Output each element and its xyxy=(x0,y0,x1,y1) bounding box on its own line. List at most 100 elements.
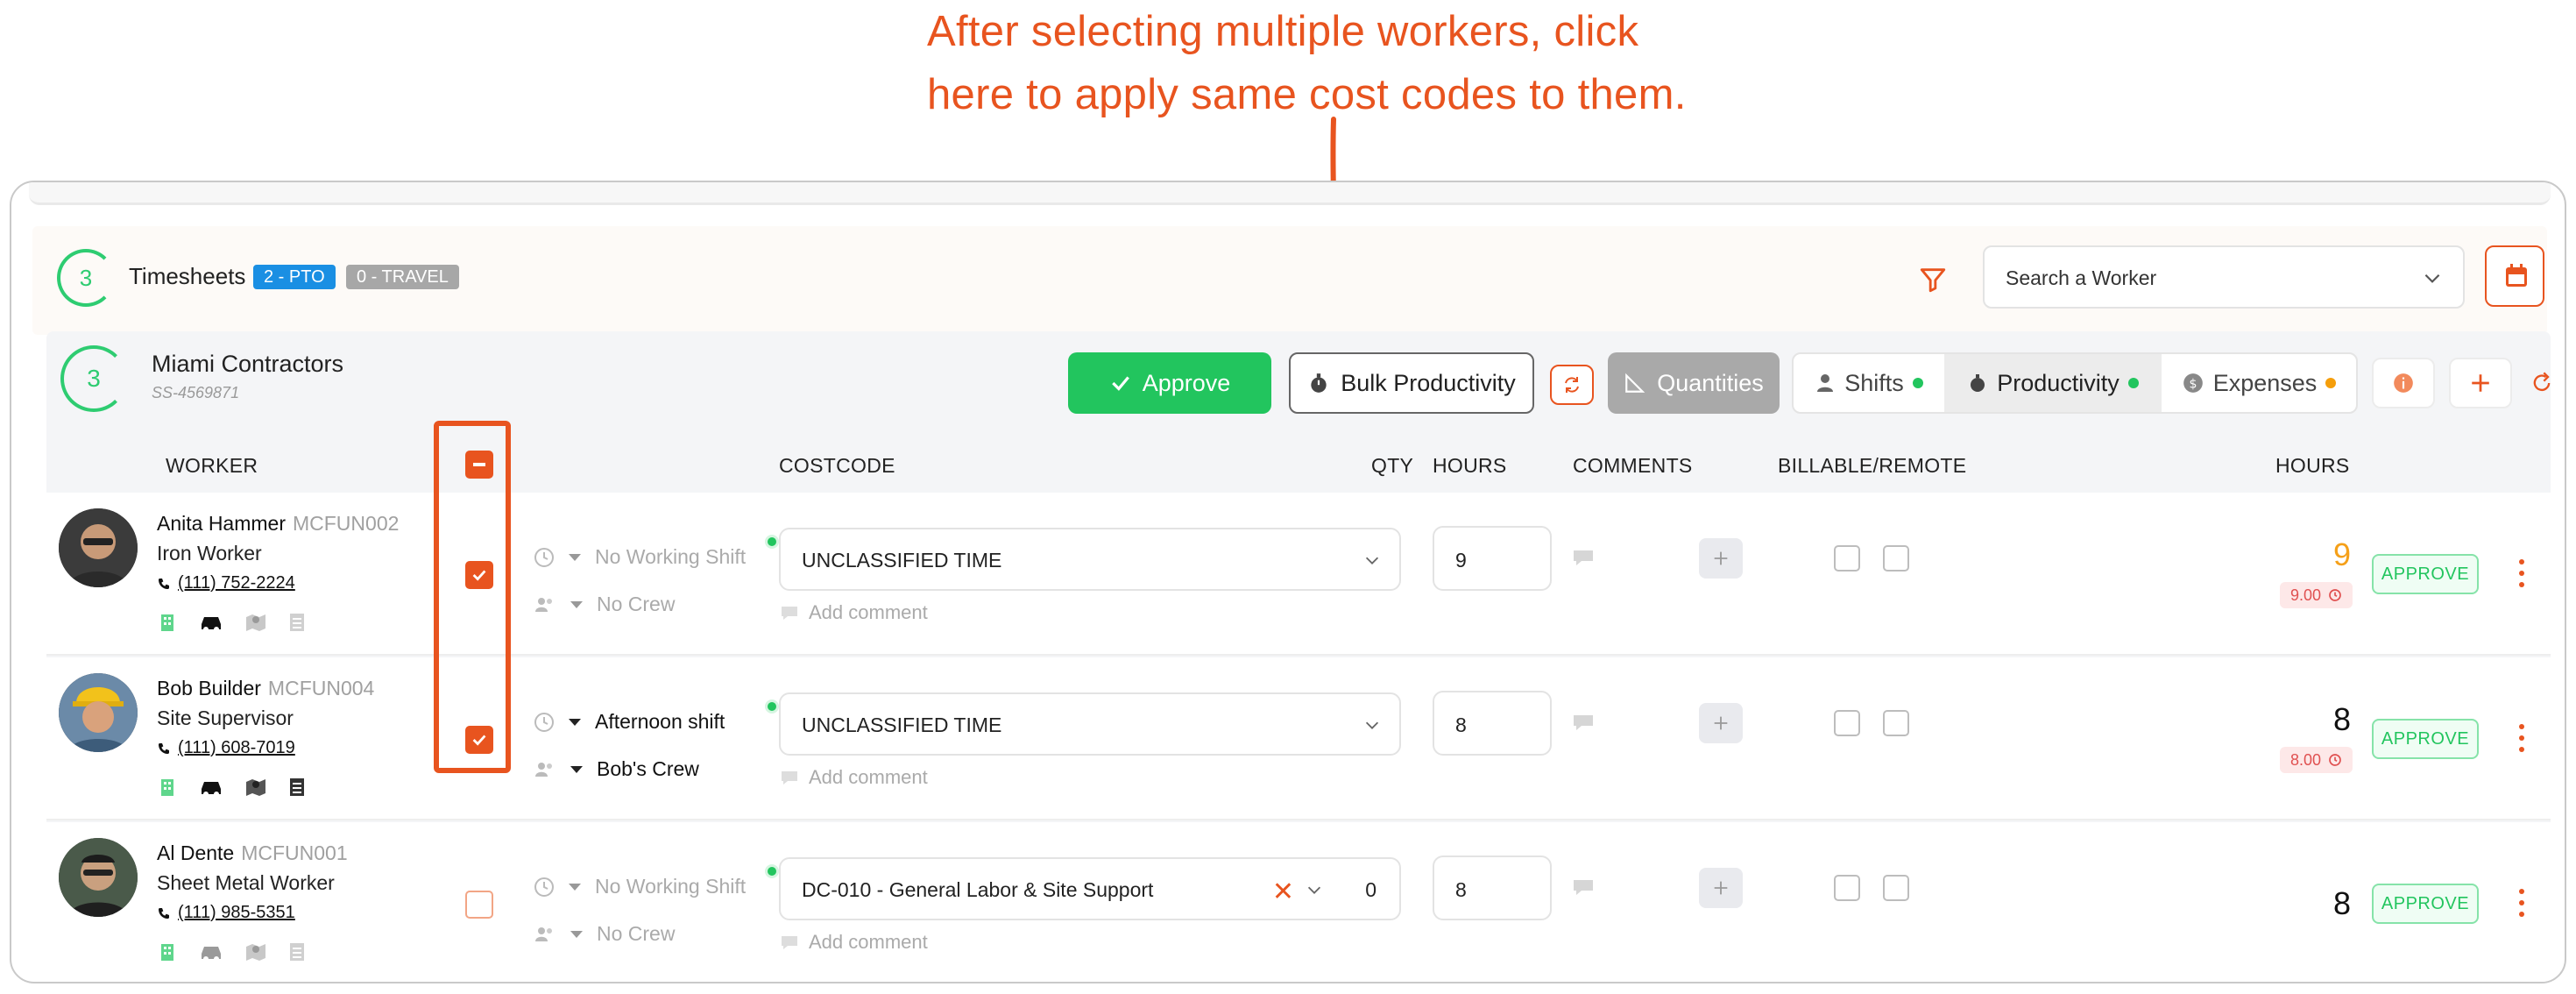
costcode-status-dot xyxy=(765,535,779,549)
pto-badge[interactable]: 2 - PTO xyxy=(253,265,336,289)
clock-icon xyxy=(2329,589,2341,601)
travel-badge[interactable]: 0 - TRAVEL xyxy=(346,265,459,289)
productivity-status-dot xyxy=(2127,378,2139,388)
reload-icon xyxy=(2533,372,2551,391)
person-icon xyxy=(1817,374,1834,392)
table-row: Bob Builder MCFUN004 Site Supervisor (111… xyxy=(46,657,2551,820)
qty-value[interactable]: 0 xyxy=(1365,878,1376,902)
phone-icon xyxy=(159,742,169,754)
add-button[interactable] xyxy=(2449,358,2512,408)
map-icon xyxy=(246,944,265,961)
timesheets-title: Timesheets xyxy=(129,263,246,289)
crew-select[interactable]: Bob's Crew xyxy=(534,757,699,781)
document-icon xyxy=(290,943,304,961)
approve-all-label: Approve xyxy=(1142,369,1231,396)
costcode-select[interactable]: UNCLASSIFIED TIME xyxy=(779,528,1401,591)
row-menu-icon[interactable] xyxy=(2517,724,2526,752)
total-hours: 8 xyxy=(2332,701,2351,737)
crew-select[interactable]: No Crew xyxy=(534,922,675,946)
row-menu-icon[interactable] xyxy=(2517,889,2526,917)
worker-trade: Sheet Metal Worker xyxy=(157,871,335,894)
remote-checkbox[interactable] xyxy=(1883,875,1909,901)
add-entry-button[interactable] xyxy=(1699,703,1743,743)
hours-input[interactable]: 8 xyxy=(1433,856,1552,920)
company-name: Miami Contractors xyxy=(152,351,344,377)
worker-phone[interactable]: (111) 985-5351 xyxy=(157,903,295,923)
tab-expenses[interactable]: $ Expenses xyxy=(2162,354,2356,412)
remote-checkbox[interactable] xyxy=(1883,545,1909,572)
map-icon xyxy=(246,779,265,796)
hours-input[interactable]: 9 xyxy=(1433,526,1552,591)
quantities-button[interactable]: Quantities xyxy=(1608,352,1780,414)
comment-icon[interactable] xyxy=(1571,547,1596,568)
comment-icon[interactable] xyxy=(1571,877,1596,898)
approve-all-button[interactable]: Approve xyxy=(1068,352,1271,414)
worker-status-icons xyxy=(157,777,306,798)
add-comment-link[interactable]: Add comment xyxy=(779,931,928,954)
expenses-status-dot xyxy=(2325,378,2337,388)
col-total-hours: HOURS xyxy=(2275,454,2350,477)
hours-warning-pill: 9.00 xyxy=(2279,582,2353,608)
col-comments: COMMENTS xyxy=(1573,454,1693,477)
shift-select[interactable]: No Working Shift xyxy=(534,545,746,569)
clock-icon xyxy=(534,547,554,567)
worker-name[interactable]: Bob Builder MCFUN004 xyxy=(157,677,374,700)
shift-select[interactable]: No Working Shift xyxy=(534,875,746,898)
bulk-productivity-button[interactable]: Bulk Productivity xyxy=(1289,352,1534,414)
shift-select[interactable]: Afternoon shift xyxy=(534,710,725,734)
worker-code: MCFUN002 xyxy=(292,512,400,535)
hours-warning-pill: 8.00 xyxy=(2279,747,2353,773)
approve-row-button[interactable]: APPROVE xyxy=(2372,719,2479,759)
clear-costcode-icon[interactable]: ✕ xyxy=(1272,877,1294,907)
billable-checkbox[interactable] xyxy=(1834,875,1860,901)
plus-icon xyxy=(1714,881,1728,895)
col-worker: WORKER xyxy=(166,454,258,477)
dollar-coin-icon: $ xyxy=(2183,373,2203,393)
checkbox-highlight-box xyxy=(434,421,511,773)
search-worker-select[interactable]: Search a Worker xyxy=(1983,245,2465,309)
ruler-triangle-icon xyxy=(1625,373,1645,393)
add-comment-link[interactable]: Add comment xyxy=(779,601,928,624)
col-qty: QTY xyxy=(1371,454,1414,477)
hours-input[interactable]: 8 xyxy=(1433,691,1552,756)
tab-shifts[interactable]: Shifts xyxy=(1794,354,1944,412)
tab-productivity-label: Productivity xyxy=(1997,369,2120,396)
billable-checkbox[interactable] xyxy=(1834,545,1860,572)
worker-name[interactable]: Al Dente MCFUN001 xyxy=(157,841,348,865)
approve-row-button[interactable]: APPROVE xyxy=(2372,554,2479,594)
clock-icon xyxy=(534,712,554,732)
building-icon xyxy=(161,944,173,961)
costcode-select[interactable]: UNCLASSIFIED TIME xyxy=(779,692,1401,756)
tab-shifts-label: Shifts xyxy=(1844,369,1904,396)
approve-row-button[interactable]: APPROVE xyxy=(2372,884,2479,924)
comment-icon[interactable] xyxy=(1571,712,1596,733)
calendar-icon xyxy=(2506,264,2527,287)
filter-icon[interactable] xyxy=(1918,265,1948,295)
add-entry-button[interactable] xyxy=(1699,868,1743,908)
costcode-value: UNCLASSIFIED TIME xyxy=(802,549,1002,572)
worker-phone[interactable]: (111) 608-7019 xyxy=(157,738,295,758)
worker-phone[interactable]: (111) 752-2224 xyxy=(157,573,295,593)
row-select-checkbox[interactable] xyxy=(465,891,493,919)
reload-button[interactable] xyxy=(2517,358,2565,408)
worker-name[interactable]: Anita Hammer MCFUN002 xyxy=(157,512,399,536)
top-strip xyxy=(29,182,2551,205)
add-comment-link[interactable]: Add comment xyxy=(779,766,928,789)
row-menu-icon[interactable] xyxy=(2517,559,2526,587)
add-entry-button[interactable] xyxy=(1699,538,1743,579)
billable-checkbox[interactable] xyxy=(1834,710,1860,736)
info-button[interactable] xyxy=(2372,358,2435,408)
calendar-button[interactable] xyxy=(2485,245,2544,307)
plus-icon xyxy=(2472,374,2489,392)
people-icon xyxy=(535,597,552,612)
company-count-ring: 3 xyxy=(60,345,127,412)
info-icon xyxy=(2394,373,2413,393)
crew-select[interactable]: No Crew xyxy=(534,593,675,616)
col-billable-remote: BILLABLE/REMOTE xyxy=(1778,454,1967,477)
tab-productivity[interactable]: Productivity xyxy=(1944,354,2162,412)
chevron-down-icon xyxy=(1307,886,1321,894)
col-costcode: COSTCODE xyxy=(779,454,895,477)
sync-button[interactable] xyxy=(1550,365,1594,405)
remote-checkbox[interactable] xyxy=(1883,710,1909,736)
costcode-select[interactable]: DC-010 - General Labor & Site Support ✕ … xyxy=(779,857,1401,920)
